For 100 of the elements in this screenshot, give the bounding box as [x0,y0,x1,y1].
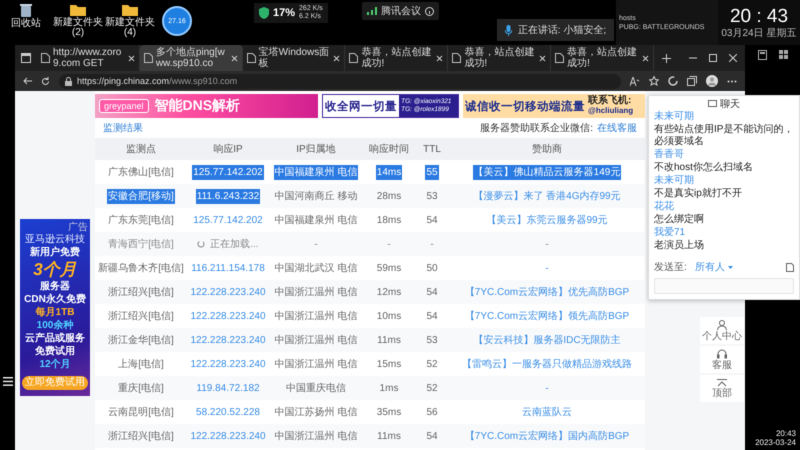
table-cell: 广东佛山[电信] [108,167,174,178]
contact-text: @hcliuliang [588,106,634,116]
recycle-bin-icon[interactable] [20,3,32,17]
table-cell[interactable]: 云南蓝队云 [522,407,572,418]
table-cell: 广东东莞[电信] [108,215,174,226]
table-cell[interactable]: - [545,238,549,250]
new-tab-icon[interactable] [662,54,671,62]
table-cell: 重庆[电信] [118,383,164,394]
dns-banner[interactable]: greypanel 智能DNS解析 [95,94,318,118]
reload-icon[interactable] [41,76,50,86]
chat-username: 香香哥 [654,149,685,161]
signal-icon [366,7,377,15]
folder-icon[interactable] [122,3,138,16]
folder-icon[interactable] [70,3,86,16]
send-to-label: 发送至: [654,261,687,274]
meeting-pill[interactable]: 腾讯会议 [362,2,439,20]
ad-text: 服务器 [40,281,70,293]
lock-icon [65,76,72,86]
file-icon[interactable] [786,262,794,272]
avatar-icon[interactable] [706,75,718,87]
recipient-dropdown[interactable]: 所有人 [694,260,733,274]
taskbar-time[interactable]: 20:43 [776,429,796,438]
table-cell: 15ms [376,358,402,370]
table-cell[interactable]: - [545,262,549,274]
table-cell: 52 [426,382,438,394]
close-icon[interactable] [539,54,546,62]
close-icon[interactable] [128,54,135,62]
ad-text: 每月1TB [36,307,74,319]
table-cell: 28ms [376,190,402,202]
customer-service-link[interactable]: 在线客服 [597,121,637,135]
column-header: 响应时间 [369,144,409,155]
table-cell: 浙江金华[电信] [108,335,174,346]
close-icon[interactable] [728,54,737,62]
more-icon[interactable] [727,80,737,82]
table-cell[interactable]: 【雷鸣云】一服务器只做精品游戏线路 [462,359,632,370]
table-cell: 55 [425,164,439,180]
read-aloud-icon[interactable] [630,76,640,86]
grid-icon[interactable] [778,50,788,59]
table-cell: 10ms [376,310,402,322]
close-icon[interactable] [333,54,340,62]
ad-text: CDN永久免费 [24,294,86,306]
table-cell[interactable]: - [545,382,549,394]
close-icon[interactable] [230,54,238,62]
table-cell: 122.228.223.240 [190,334,266,346]
table-cell: 安徽合肥[移动] [107,189,175,204]
side-button[interactable]: 顶部 [700,375,744,402]
desktop-icon-label[interactable]: 新建文件夹 (4) [104,18,156,38]
headset-icon [717,348,727,358]
contact-label: 联系飞机: [588,96,632,106]
cpu-reading: 17% [273,7,296,19]
table-cell: 11ms [377,334,401,346]
table-cell: 中国湖北武汉 电信 [274,263,358,274]
banner-text: 收全网一切量 [324,99,398,114]
table-cell: 新疆乌鲁木齐[电信] [98,263,184,274]
table-cell[interactable]: 【美云】佛山精品云服务器149元 [472,165,622,180]
side-button[interactable]: 客服 [700,346,744,373]
chat-message: 老演员上场 [654,240,705,252]
back-icon[interactable] [23,77,32,85]
chat-username: 我爱71 [654,227,686,239]
brand-logo: greypanel [99,99,149,113]
maximize-icon[interactable] [708,54,717,62]
table-cell: 52 [426,358,438,370]
info-icon[interactable] [424,6,434,16]
table-cell[interactable]: 【7YC.Com云宏网络】领先高防BGP [464,311,630,322]
table-cell: 中国河南商丘 移动 [274,191,358,202]
browser-tab[interactable]: 多个地点ping[www.sp910.co [140,45,243,71]
table-cell: 浙江绍兴[电信] [108,431,174,442]
desktop-icon-label[interactable]: 新建文件夹 (2) [52,18,104,38]
desktop-icon-label[interactable]: 回收站 [11,19,41,29]
ad-text: 云产品或服务 [25,333,85,345]
table-cell: 122.228.223.240 [190,310,266,322]
taskbar-date[interactable]: 2023-03-24 [755,438,796,447]
table-cell: 50 [426,262,438,274]
table-cell: 正在加载... [210,239,259,250]
message-field[interactable] [654,278,794,294]
table-cell[interactable]: 【美云】东莞云服务器99元 [486,215,608,226]
chat-message: 怎么绑定啊 [654,214,705,226]
speaking-text: 正在讲话: 小猫安全; [518,24,606,37]
column-header: IP归属地 [296,144,336,155]
ad-brand: 亚马逊云科技 [25,234,85,246]
close-icon[interactable] [436,54,444,62]
calculator-icon[interactable] [758,50,766,60]
caret-icon [728,266,733,268]
table-cell: 59ms [376,262,402,274]
collections-icon[interactable] [687,76,697,86]
page-icon [452,53,462,63]
side-button[interactable]: 个人中心 [700,317,744,344]
ad-tag: 广告 [68,223,88,233]
table-cell: 116.211.154.178 [191,262,265,274]
tab-list-icon[interactable] [21,53,31,63]
column-header: TTL [423,144,441,154]
table-cell: 35ms [376,406,402,418]
ad-banner[interactable]: 广告 亚马逊云科技 新用户免费 3个月 服务器 CDN永久免费 每月1TB 100余种 云产品或服务 免费试用 12个月 立即免费试用 [20,219,90,396]
sponsor-label: 服务器赞助联系企业微信: [480,122,593,135]
menu-icon[interactable] [2,377,12,386]
table-cell: 中国浙江温州 电信 [274,287,358,298]
address-field[interactable]: https://ping.chinaz.com/www.sp910.com [59,74,621,88]
star-icon[interactable] [649,76,659,86]
refresh-icon[interactable] [668,76,678,86]
close-icon[interactable] [642,54,649,62]
